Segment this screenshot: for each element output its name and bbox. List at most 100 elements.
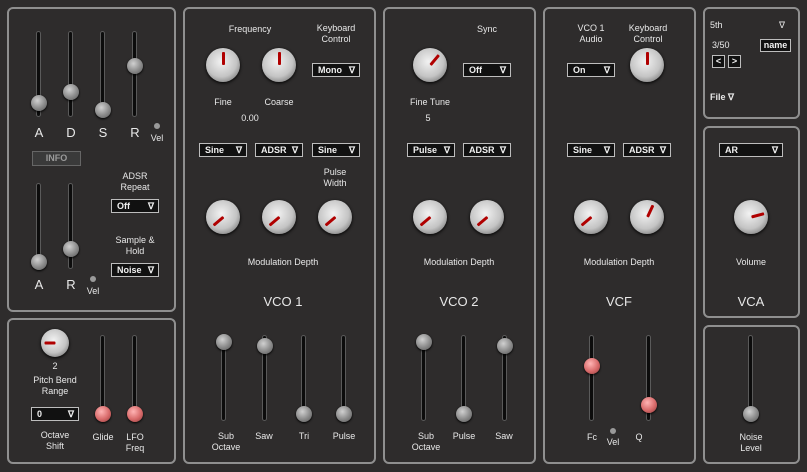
velocity-indicator[interactable] — [154, 123, 160, 129]
vco1-tri-thumb[interactable] — [296, 406, 312, 422]
vco1-wave2-select[interactable]: Sine ∇ — [312, 143, 360, 157]
vco2-pulse-thumb[interactable] — [456, 406, 472, 422]
adsr-repeat-label: ADSR Repeat — [120, 171, 150, 192]
vco2-sync-select[interactable]: Off ∇ — [463, 63, 511, 77]
vco2-sub-octave-thumb[interactable] — [416, 334, 432, 350]
vco2-saw-label: Saw — [495, 431, 513, 441]
vco1-saw-thumb[interactable] — [257, 338, 273, 354]
vco2-env-select[interactable]: ADSR ∇ — [463, 143, 511, 157]
glide-label: Glide — [92, 432, 114, 442]
preset-name-button[interactable]: name — [760, 39, 791, 52]
octave-shift-value: 0 — [37, 409, 43, 419]
vco1-env-value: ADSR — [261, 145, 287, 155]
decay-slider-thumb[interactable] — [63, 84, 79, 100]
vco1-mod-depth-knob-2[interactable] — [262, 200, 296, 234]
vco1-mod-depth-knob-1[interactable] — [206, 200, 240, 234]
chevron-down-icon: ∇ — [499, 65, 506, 75]
vcf-wave1-select[interactable]: Sine ∇ — [567, 143, 615, 157]
vcf-keyboard-control-label: Keyboard Control — [628, 23, 668, 44]
preset-name[interactable]: 5th — [710, 20, 740, 31]
vco2-mod-depth-label: Modulation Depth — [423, 257, 495, 267]
sustain-slider-thumb[interactable] — [95, 102, 111, 118]
vco1-fine-knob[interactable] — [206, 48, 240, 82]
chevron-down-icon: ∇ — [348, 145, 355, 155]
vcf-q-label: Q — [635, 432, 643, 442]
vco2-fine-tune-value: 5 — [425, 113, 431, 123]
ar-release-slider-thumb[interactable] — [63, 241, 79, 257]
ar-velocity-label: Vel — [86, 286, 100, 296]
vco2-wave1-select[interactable]: Pulse ∇ — [407, 143, 455, 157]
vco1-mod-depth-knob-3[interactable] — [318, 200, 352, 234]
vco2-sync-value: Off — [469, 65, 482, 75]
vco1-pulse-width-label: Pulse Width — [323, 167, 347, 188]
vco1-coarse-knob[interactable] — [262, 48, 296, 82]
vco2-mod-depth-knob-1[interactable] — [413, 200, 447, 234]
chevron-down-icon: ∇ — [728, 92, 735, 102]
vco2-sync-label: Sync — [476, 24, 497, 34]
vcf-velocity-indicator[interactable] — [610, 428, 616, 434]
vco2-fine-tune-knob[interactable] — [413, 48, 447, 82]
attack-label: A — [34, 125, 44, 140]
vco1-saw-label: Saw — [255, 431, 273, 441]
release-slider-track[interactable] — [132, 31, 137, 117]
sample-hold-value: Noise — [117, 265, 142, 275]
ar-release-label: R — [66, 277, 76, 292]
vcf-fc-slider-thumb[interactable] — [584, 358, 600, 374]
attack-slider-thumb[interactable] — [31, 95, 47, 111]
vco2-mod-depth-knob-2[interactable] — [470, 200, 504, 234]
chevron-down-icon: ∇ — [147, 265, 154, 275]
vcf-vco1-audio-label: VCO 1 Audio — [577, 23, 605, 44]
velocity-label: Vel — [150, 133, 164, 143]
chevron-down-icon: ∇ — [659, 145, 666, 155]
vco1-sub-octave-label: Sub Octave — [211, 431, 241, 452]
vco2-saw-thumb[interactable] — [497, 338, 513, 354]
vco1-wave1-select[interactable]: Sine ∇ — [199, 143, 247, 157]
sample-hold-select[interactable]: Noise ∇ — [111, 263, 159, 277]
vco2-pulse-label: Pulse — [452, 431, 476, 441]
vcf-q-slider-thumb[interactable] — [641, 397, 657, 413]
vco2-sub-octave-label: Sub Octave — [411, 431, 441, 452]
adsr-repeat-select[interactable]: Off ∇ — [111, 199, 159, 213]
preset-next-button[interactable]: > — [728, 55, 741, 68]
release-label: R — [130, 125, 140, 140]
decay-slider-track[interactable] — [68, 31, 73, 117]
octave-shift-select[interactable]: 0 ∇ — [31, 407, 79, 421]
vco1-fine-label: Fine — [214, 97, 232, 107]
file-menu[interactable]: File ∇ — [710, 81, 750, 103]
vco1-coarse-label: Coarse — [264, 97, 294, 107]
vcf-env-select[interactable]: ADSR ∇ — [623, 143, 671, 157]
vca-env-select[interactable]: AR ∇ — [719, 143, 783, 157]
release-slider-thumb[interactable] — [127, 58, 143, 74]
vcf-keyboard-knob[interactable] — [630, 48, 664, 82]
vco1-keyboard-control-label: Keyboard Control — [316, 23, 356, 44]
vcf-fc-slider-track[interactable] — [589, 335, 594, 421]
vco1-pulse-thumb[interactable] — [336, 406, 352, 422]
ar-attack-slider-thumb[interactable] — [31, 254, 47, 270]
vco1-env-select[interactable]: ADSR ∇ — [255, 143, 303, 157]
lfo-freq-slider-thumb[interactable] — [127, 406, 143, 422]
octave-shift-label: Octave Shift — [40, 430, 70, 451]
vcf-mod-depth-knob-2[interactable] — [630, 200, 664, 234]
vco1-keyboard-select[interactable]: Mono ∇ — [312, 63, 360, 77]
chevron-down-icon: ∇ — [67, 409, 74, 419]
noise-level-slider-thumb[interactable] — [743, 406, 759, 422]
glide-slider-thumb[interactable] — [95, 406, 111, 422]
vcf-wave1-value: Sine — [573, 145, 593, 155]
vco1-sub-octave-thumb[interactable] — [216, 334, 232, 350]
pitch-bend-knob[interactable] — [41, 329, 69, 357]
vcf-vco1-audio-select[interactable]: On ∇ — [567, 63, 615, 77]
preset-prev-button[interactable]: < — [712, 55, 725, 68]
ar-velocity-indicator[interactable] — [90, 276, 96, 282]
vco1-pulse-label: Pulse — [332, 431, 356, 441]
vca-volume-label: Volume — [735, 257, 767, 267]
vcf-mod-depth-label: Modulation Depth — [583, 257, 655, 267]
vcf-title: VCF — [606, 294, 632, 309]
vco2-title: VCO 2 — [439, 294, 479, 309]
preset-dropdown-icon[interactable]: ∇ — [776, 20, 788, 31]
info-button[interactable]: INFO — [32, 151, 81, 166]
chevron-down-icon: ∇ — [499, 145, 506, 155]
vco1-tri-label: Tri — [298, 431, 310, 441]
vca-volume-knob[interactable] — [734, 200, 768, 234]
vcf-mod-depth-knob-1[interactable] — [574, 200, 608, 234]
chevron-down-icon: ∇ — [147, 201, 154, 211]
